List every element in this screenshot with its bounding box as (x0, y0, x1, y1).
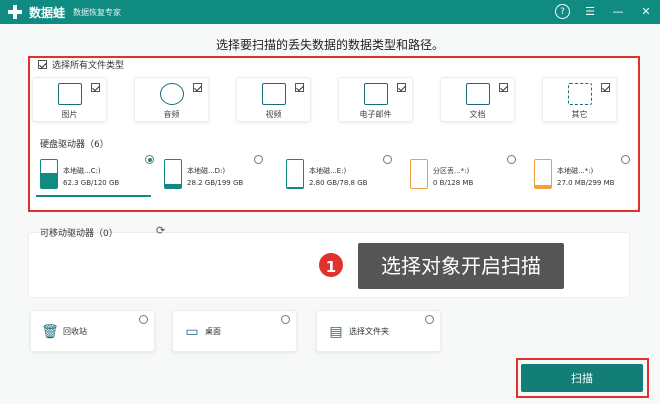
app-window: 数据蛙 数据恢复专家 ? ☰ — ✕ 选择要扫描的丢失数据的数据类型和路径。 选… (0, 0, 660, 404)
drive-radio[interactable] (507, 155, 516, 164)
drive-item[interactable]: 本地磁...E:) 2.80 GB/78.8 GB (282, 153, 394, 197)
location-radio[interactable] (425, 315, 434, 324)
drive-size: 27.0 MB/299 MB (557, 179, 615, 187)
refresh-icon[interactable]: ⟳ (156, 224, 165, 237)
location-select-folder[interactable]: ▤ 选择文件夹 (316, 310, 441, 352)
checkbox-checked-icon[interactable] (193, 83, 202, 92)
location-label: 选择文件夹 (349, 327, 389, 336)
file-type-label: 电子邮件 (359, 110, 392, 119)
drive-size: 28.2 GB/199 GB (187, 179, 244, 187)
image-icon (58, 83, 82, 105)
music-icon (160, 83, 184, 105)
file-type-label: 视频 (265, 110, 282, 119)
drive-size: 2.80 GB/78.8 GB (309, 179, 368, 187)
file-type-label: 图片 (61, 110, 78, 119)
checkbox-checked-icon[interactable] (499, 83, 508, 92)
file-type-label: 音频 (163, 110, 180, 119)
titlebar: 数据蛙 数据恢复专家 ? ☰ — ✕ (0, 0, 660, 24)
drive-name: 本地磁...*:) (557, 167, 594, 175)
location-desktop[interactable]: ▭ 桌面 (172, 310, 297, 352)
app-logo-icon (7, 4, 23, 20)
page-heading: 选择要扫描的丢失数据的数据类型和路径。 (215, 38, 444, 52)
instruction-callout: 选择对象开启扫描 (358, 243, 564, 289)
file-type-card[interactable]: 音频 (134, 77, 209, 122)
location-label: 桌面 (205, 327, 221, 336)
removable-drives-header: 可移动驱动器（0） (40, 229, 118, 239)
drive-radio[interactable] (145, 155, 154, 164)
drive-name: 本地磁...D:) (187, 167, 226, 175)
checkbox-checked-icon (38, 60, 47, 69)
drive-radio[interactable] (383, 155, 392, 164)
select-all-label: 选择所有文件类型 (52, 61, 125, 71)
hard-drives-header: 硬盘驱动器（6） (40, 140, 109, 150)
grid-icon (568, 83, 592, 105)
menu-icon[interactable]: ☰ (582, 4, 598, 20)
select-all-checkbox[interactable]: 选择所有文件类型 (38, 58, 124, 71)
app-name: 数据蛙 (29, 5, 66, 20)
document-icon (466, 83, 490, 105)
drive-item[interactable]: 分区丢...*:) 0 B/128 MB (406, 153, 518, 197)
drive-radio[interactable] (254, 155, 263, 164)
file-type-label: 其它 (571, 110, 588, 119)
video-icon (262, 83, 286, 105)
file-type-card[interactable]: 其它 (542, 77, 617, 122)
folder-icon: ▤ (329, 324, 343, 340)
drive-icon (164, 159, 182, 189)
checkbox-checked-icon[interactable] (295, 83, 304, 92)
step-number-badge: 1 (317, 251, 345, 279)
drive-item[interactable]: 本地磁...D:) 28.2 GB/199 GB (160, 153, 265, 197)
close-icon[interactable]: ✕ (638, 4, 654, 20)
drive-item[interactable]: 本地磁...*:) 27.0 MB/299 MB (530, 153, 632, 197)
file-type-label: 文档 (469, 110, 486, 119)
file-type-card[interactable]: 图片 (32, 77, 107, 122)
drive-size: 62.3 GB/120 GB (63, 179, 120, 187)
drive-icon (534, 159, 552, 189)
location-radio[interactable] (281, 315, 290, 324)
mail-icon (364, 83, 388, 105)
drive-item[interactable]: 本地磁...C:) 62.3 GB/120 GB (36, 153, 156, 197)
drive-radio[interactable] (621, 155, 630, 164)
drive-name: 本地磁...C:) (63, 167, 101, 175)
location-radio[interactable] (139, 315, 148, 324)
location-label: 回收站 (63, 327, 87, 336)
file-type-card[interactable]: 电子邮件 (338, 77, 413, 122)
trash-icon: 🗑 (41, 324, 59, 340)
minimize-icon[interactable]: — (610, 4, 626, 20)
app-subtitle: 数据恢复专家 (73, 7, 122, 17)
location-recycle-bin[interactable]: 🗑 回收站 (30, 310, 155, 352)
checkbox-checked-icon[interactable] (91, 83, 100, 92)
checkbox-checked-icon[interactable] (601, 83, 610, 92)
help-icon[interactable]: ? (555, 4, 570, 19)
file-type-card[interactable]: 视频 (236, 77, 311, 122)
drive-icon (410, 159, 428, 189)
drive-name: 分区丢...*:) (433, 167, 470, 175)
drive-icon (40, 159, 58, 189)
scan-button[interactable]: 扫描 (521, 364, 643, 392)
selected-drive-underline (36, 195, 151, 197)
drive-icon (286, 159, 304, 189)
drive-size: 0 B/128 MB (433, 179, 474, 187)
drive-name: 本地磁...E:) (309, 167, 347, 175)
checkbox-checked-icon[interactable] (397, 83, 406, 92)
desktop-icon: ▭ (185, 324, 199, 340)
file-type-card[interactable]: 文档 (440, 77, 515, 122)
